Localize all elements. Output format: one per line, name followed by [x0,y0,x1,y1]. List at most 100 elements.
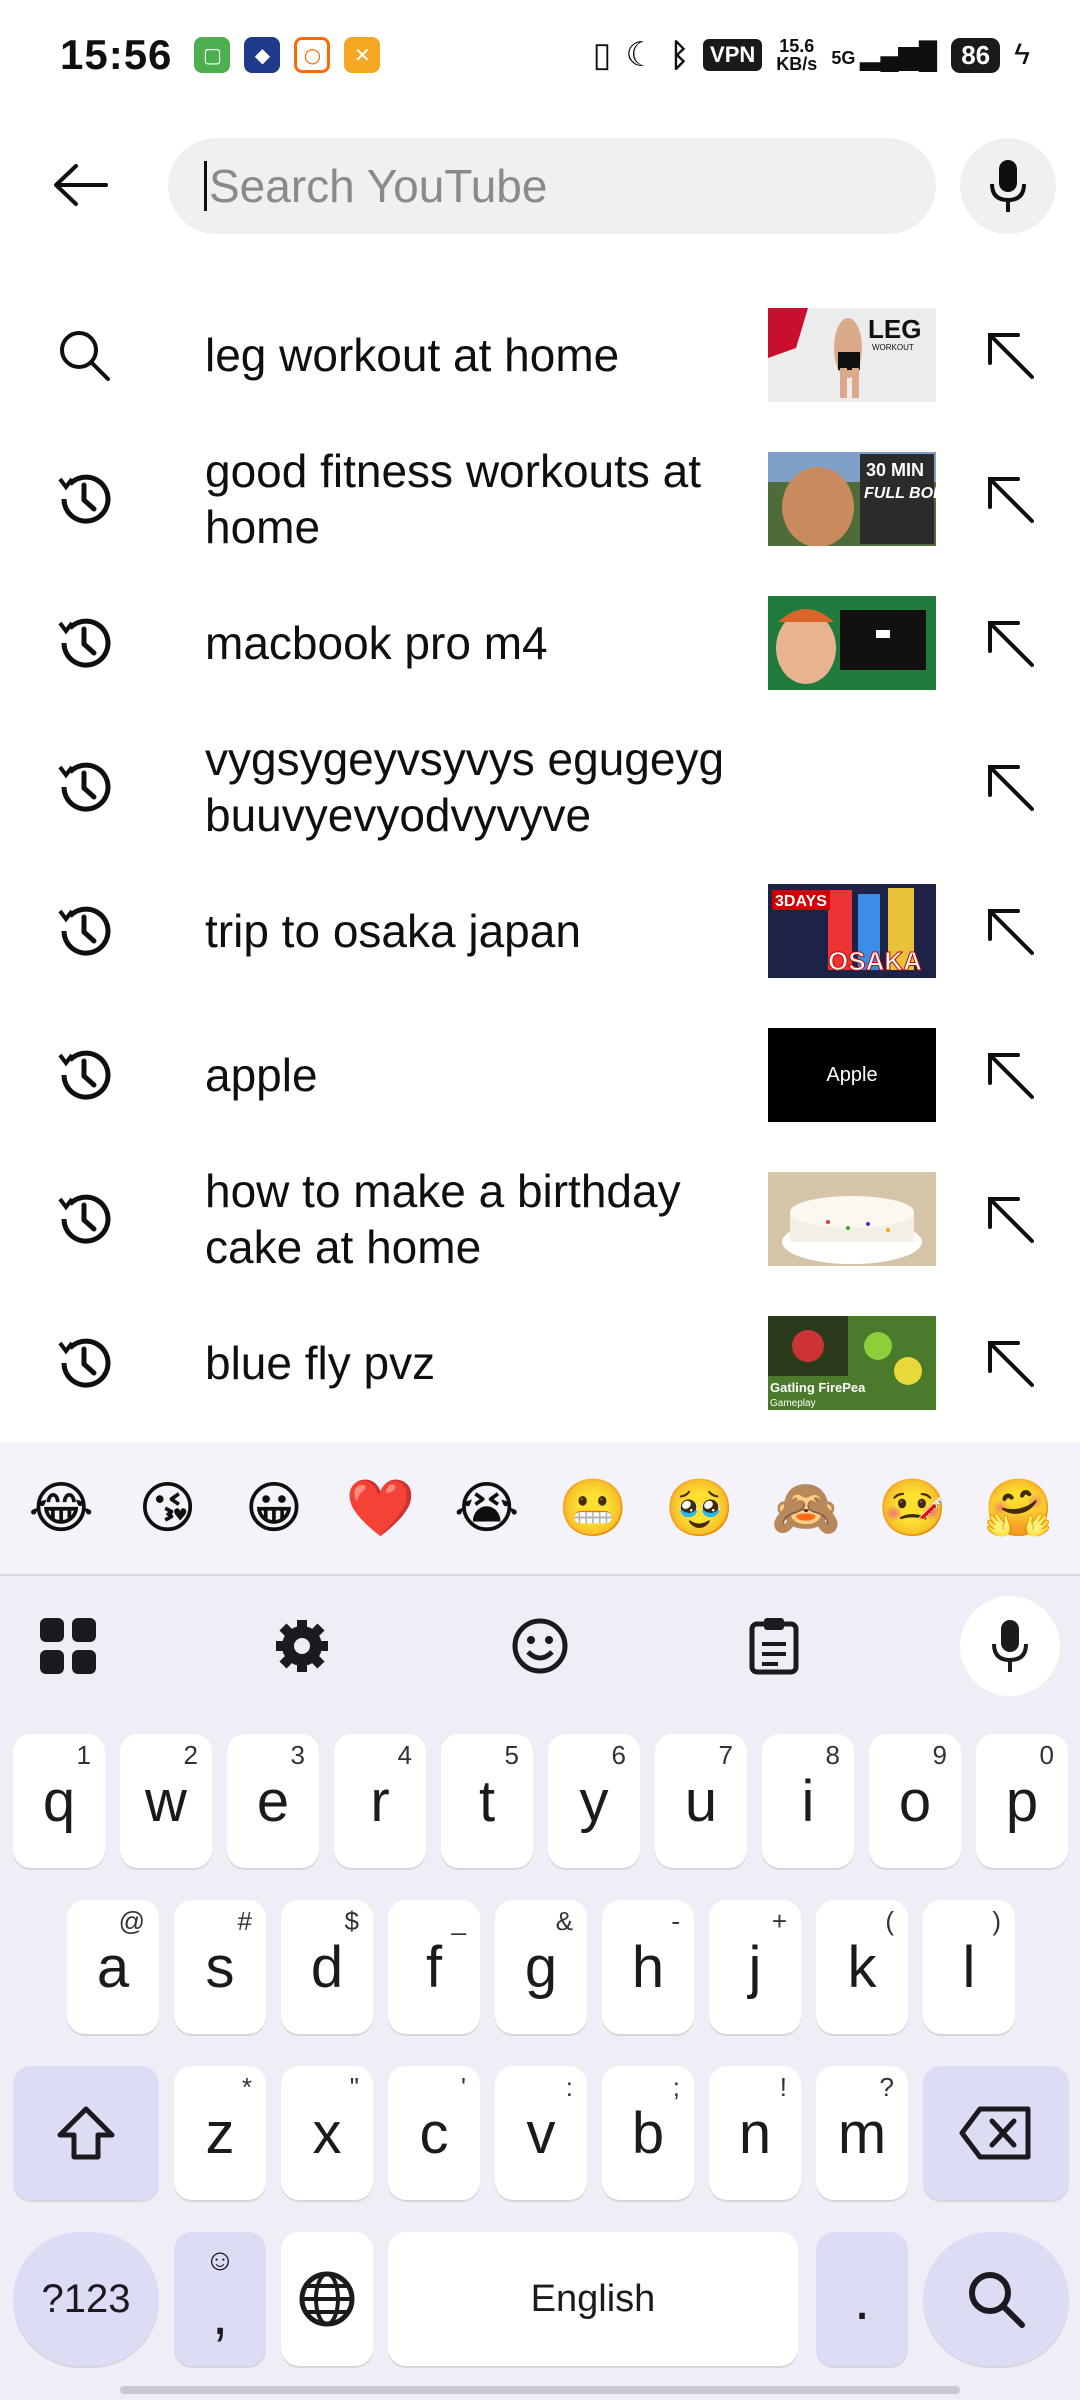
emoji-key[interactable]: 🤒 [862,1475,962,1541]
key-l[interactable]: l) [923,1900,1015,2034]
key-label: a [96,1934,130,2000]
bluetooth-icon: ᛒ [669,36,690,73]
key-label: English [530,2277,656,2320]
key-hint: @ [118,1906,145,1936]
emoji-key[interactable]: 😭 [437,1476,537,1541]
fill-query-button[interactable] [970,463,1050,535]
apps-grid-button[interactable] [28,1606,108,1686]
suggestion-item[interactable]: how to make a birthday cake at home [0,1147,1080,1291]
emoji-key[interactable]: 🙈 [756,1475,856,1541]
status-indicators: ▯ ☾ ᛒ VPN 15.6 KB/s 5G ▂▄▆█ 86 ϟ [593,35,1030,75]
key-o[interactable]: o9 [869,1734,961,1868]
emoji-keyboard-button[interactable] [500,1606,580,1686]
suggestion-item[interactable]: leg workout at home LEG WORKOUT [0,283,1080,427]
arrow-up-left-icon [988,477,1034,523]
key-h[interactable]: h- [602,1900,694,2034]
keyboard-settings-button[interactable] [262,1606,342,1686]
key-i[interactable]: i8 [762,1734,854,1868]
text-cursor [204,161,207,211]
gesture-navigation-bar[interactable] [120,2386,960,2394]
key-hint: ) [992,1906,1001,1936]
key-hint: ( [885,1906,894,1936]
search-placeholder: Search YouTube [209,160,548,212]
emoji-key[interactable]: 😀 [224,1476,324,1541]
key-u[interactable]: u7 [655,1734,747,1868]
period-key[interactable]: . [816,2232,908,2366]
suggestion-item[interactable]: good fitness workouts at home 30 MIN FUL… [0,427,1080,571]
app-notification-icon: ▢ [194,37,231,73]
key-q[interactable]: q1 [13,1734,105,1868]
key-w[interactable]: w2 [120,1734,212,1868]
suggestion-text: macbook pro m4 [205,617,548,669]
fill-query-button[interactable] [970,1327,1050,1399]
backspace-key[interactable] [923,2066,1069,2200]
smiley-icon [512,1618,568,1674]
svg-text:3DAYS: 3DAYS [775,893,827,910]
key-z[interactable]: z * [174,2066,266,2200]
back-arrow-icon [54,164,108,206]
fill-query-button[interactable] [970,751,1050,823]
suggestion-item[interactable]: apple Apple [0,1003,1080,1147]
clipboard-button[interactable] [734,1606,814,1686]
key-e[interactable]: e3 [227,1734,319,1868]
macbook-thumbnail-icon [768,596,936,690]
suggestion-item[interactable]: vygsygeyvsyvys egugeyg buuvyevyodvyvyve [0,715,1080,859]
key-d[interactable]: d $ [281,1900,373,2034]
back-button[interactable] [40,145,120,225]
key-a[interactable]: a @ [67,1900,159,2034]
emoji-key[interactable]: ❤️ [330,1475,430,1541]
key-hint: 4 [397,1740,412,1770]
emoji-key[interactable]: 🤗 [969,1475,1069,1541]
voice-search-button[interactable] [960,138,1056,234]
space-key[interactable]: English [388,2232,798,2366]
key-v[interactable]: v: [495,2066,587,2200]
suggestion-text: trip to osaka japan [205,905,581,957]
emoji-comma-key[interactable]: ☺ , [174,2232,266,2366]
key-y[interactable]: y6 [548,1734,640,1868]
key-label: k [847,1934,877,2000]
key-hint: $ [344,1906,359,1936]
search-action-key[interactable] [923,2232,1069,2366]
key-k[interactable]: k( [816,1900,908,2034]
key-t[interactable]: t5 [441,1734,533,1868]
key-j[interactable]: j + [709,1900,801,2034]
suggestion-thumbnail [768,1172,936,1266]
symbols-key[interactable]: ?123 [13,2232,159,2366]
suggestion-item[interactable]: blue fly pvz Gatling FirePea Gameplay [0,1291,1080,1435]
arrow-up-left-icon [988,333,1034,379]
history-icon [42,899,126,963]
signal-icon: ▂▄▆█ [860,39,938,70]
key-m[interactable]: m? [816,2066,908,2200]
shift-key[interactable] [13,2066,159,2200]
key-g[interactable]: g & [495,1900,587,2034]
key-f[interactable]: f _ [388,1900,480,2034]
key-s[interactable]: s # [174,1900,266,2034]
key-label: m [837,2100,887,2166]
emoji-key[interactable]: 🥹 [650,1475,750,1541]
fill-query-button[interactable] [970,607,1050,679]
key-label: s [205,1934,235,2000]
network-type: 5G ▂▄▆█ [831,40,937,71]
key-b[interactable]: b; [602,2066,694,2200]
fill-query-button[interactable] [970,319,1050,391]
emoji-key[interactable]: 😬 [543,1475,643,1541]
key-c[interactable]: c ' [388,2066,480,2200]
suggestion-item[interactable]: trip to osaka japan 3DAYS OSAKA [0,859,1080,1003]
key-r[interactable]: r4 [334,1734,426,1868]
search-header: Search YouTube [0,130,1080,240]
fill-query-button[interactable] [970,1183,1050,1255]
search-input[interactable]: Search YouTube [168,138,936,234]
fill-query-button[interactable] [970,1039,1050,1111]
key-n[interactable]: n! [709,2066,801,2200]
history-icon [42,1331,126,1395]
keyboard-voice-button[interactable] [960,1596,1060,1696]
emoji-key[interactable]: 😘 [118,1476,218,1541]
svg-text:FULL BODY: FULL BODY [864,485,936,502]
key-hint: + [771,1906,787,1936]
fill-query-button[interactable] [970,895,1050,967]
key-p[interactable]: p0 [976,1734,1068,1868]
language-key[interactable] [281,2232,373,2366]
suggestion-item[interactable]: macbook pro m4 [0,571,1080,715]
emoji-key[interactable]: 😂 [11,1476,111,1541]
key-x[interactable]: x " [281,2066,373,2200]
